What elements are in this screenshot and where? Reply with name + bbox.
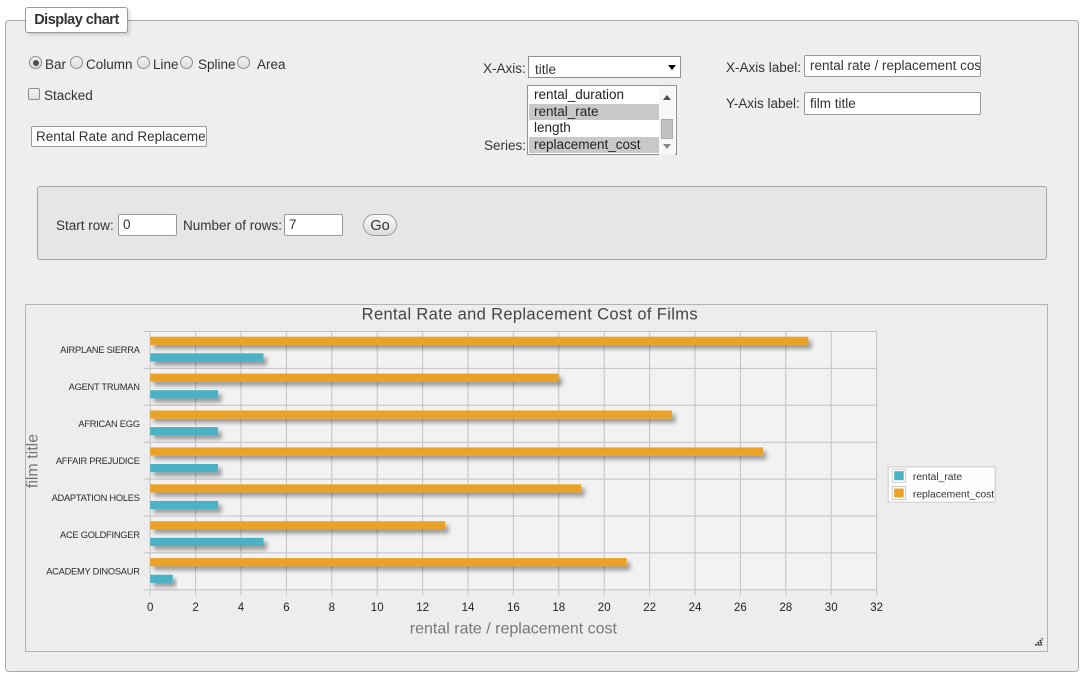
svg-text:14: 14 xyxy=(462,602,475,614)
svg-text:AIRPLANE SIERRA: AIRPLANE SIERRA xyxy=(60,345,140,355)
svg-text:16: 16 xyxy=(507,602,520,614)
svg-text:AFFAIR PREJUDICE: AFFAIR PREJUDICE xyxy=(56,456,140,466)
svg-text:24: 24 xyxy=(689,602,702,614)
svg-text:28: 28 xyxy=(779,602,792,614)
svg-text:Rental Rate and Replacement Co: Rental Rate and Replacement Cost of Film… xyxy=(362,306,698,324)
svg-text:10: 10 xyxy=(371,602,384,614)
svg-text:4: 4 xyxy=(238,602,245,614)
svg-text:rental rate / replacement cost: rental rate / replacement cost xyxy=(410,621,618,638)
svg-text:AGENT TRUMAN: AGENT TRUMAN xyxy=(69,382,140,392)
svg-text:6: 6 xyxy=(283,602,289,614)
svg-text:20: 20 xyxy=(598,602,611,614)
svg-text:ADAPTATION HOLES: ADAPTATION HOLES xyxy=(52,493,140,503)
svg-text:0: 0 xyxy=(147,602,153,614)
svg-text:12: 12 xyxy=(416,602,429,614)
svg-text:film title: film title xyxy=(25,434,42,488)
svg-text:rental_rate: rental_rate xyxy=(913,472,963,483)
svg-text:AFRICAN EGG: AFRICAN EGG xyxy=(78,419,139,429)
svg-text:2: 2 xyxy=(192,602,198,614)
svg-text:26: 26 xyxy=(734,602,747,614)
svg-text:32: 32 xyxy=(870,602,883,614)
svg-text:ACADEMY DINOSAUR: ACADEMY DINOSAUR xyxy=(46,567,140,577)
svg-text:30: 30 xyxy=(825,602,838,614)
svg-text:18: 18 xyxy=(552,602,565,614)
svg-text:ACE GOLDFINGER: ACE GOLDFINGER xyxy=(60,530,140,540)
svg-text:replacement_cost: replacement_cost xyxy=(913,490,994,501)
svg-text:8: 8 xyxy=(329,602,335,614)
svg-text:22: 22 xyxy=(643,602,656,614)
